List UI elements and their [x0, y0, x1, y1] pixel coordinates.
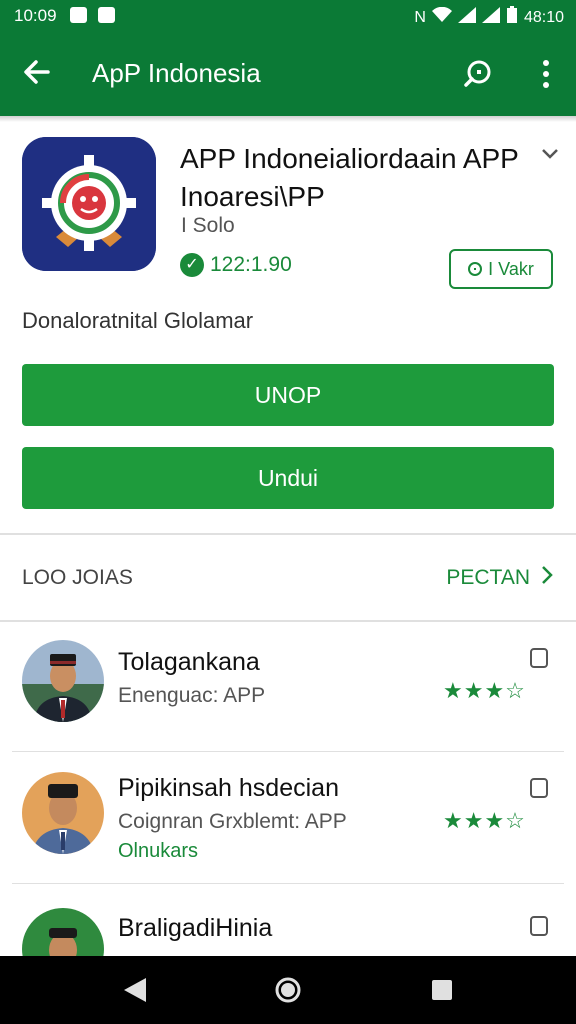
section-more-link[interactable]: PECTAN — [446, 564, 554, 592]
bookmark-icon[interactable] — [530, 648, 548, 668]
list-item[interactable]: Tolagankana Enenguac: APP ★★★☆ — [0, 622, 576, 752]
star-rating: ★★★☆ — [443, 808, 526, 833]
app-icon — [22, 137, 156, 271]
bookmark-icon[interactable] — [530, 916, 548, 936]
check-badge-icon: ✓ — [180, 253, 204, 277]
page-title: ApP Indonesia — [92, 58, 261, 88]
item-name: Tolagankana — [118, 648, 260, 676]
app-bar: ApP Indonesia — [0, 32, 576, 116]
nav-home-icon[interactable] — [274, 976, 302, 1009]
chevron-right-icon — [540, 564, 554, 592]
chevron-down-icon[interactable] — [540, 144, 560, 167]
item-subtitle: Coignran Grxblemt: APP — [118, 810, 347, 833]
download-button-label: Undui — [257, 464, 319, 491]
download-button[interactable]: Undui — [22, 447, 554, 509]
wishlist-button-label: I Vakr — [488, 258, 534, 279]
nfc-icon: N — [414, 8, 426, 26]
status-clock-right: 48:10 — [523, 8, 564, 26]
list-item[interactable]: Pipikinsah hsdecian Coignran Grxblemt: A… — [0, 752, 576, 882]
open-button-label: UNOP — [254, 381, 322, 408]
back-arrow-icon[interactable] — [18, 52, 58, 92]
message-icon — [98, 7, 115, 23]
signal-icon — [457, 7, 476, 28]
search-icon[interactable] — [458, 54, 498, 94]
wifi-icon — [431, 6, 452, 28]
section-more-label: PECTAN — [446, 566, 530, 589]
bookmark-icon[interactable] — [530, 778, 548, 798]
wishlist-button[interactable]: I Vakr — [449, 249, 553, 289]
more-vert-icon[interactable] — [528, 54, 564, 94]
signal-icon-2 — [481, 7, 500, 28]
rating-value: 122:1.90 — [210, 253, 292, 276]
app-bar-shadow — [0, 116, 576, 122]
battery-icon — [506, 6, 518, 29]
app-description: Donaloratnital Glolamar — [22, 308, 254, 333]
avatar — [22, 908, 104, 956]
list-item[interactable]: BraligadiHinia — [0, 884, 576, 956]
clock-icon — [468, 262, 483, 276]
section-divider — [0, 533, 576, 535]
nav-recent-icon[interactable] — [430, 978, 454, 1007]
status-bar: 10:09 N 48:10 — [0, 0, 576, 32]
avatar — [22, 772, 104, 854]
status-time: 10:09 — [14, 6, 57, 25]
item-name: BraligadiHinia — [118, 914, 273, 942]
item-subtitle: Enenguac: APP — [118, 684, 266, 707]
item-name: Pipikinsah hsdecian — [118, 774, 339, 802]
star-rating: ★★★☆ — [443, 678, 526, 703]
avatar — [22, 640, 104, 722]
rating-row: ✓ 122:1.90 — [180, 253, 292, 277]
system-nav-bar — [0, 956, 576, 1024]
notification-icon — [70, 7, 87, 23]
app-name: APP Indoneialiordaain APP Inoaresi\PP — [180, 143, 519, 212]
section-title: LOO JOIAS — [22, 566, 133, 589]
open-button[interactable]: UNOP — [22, 364, 554, 426]
nav-back-icon[interactable] — [122, 976, 148, 1009]
item-label: Olnukars — [118, 840, 199, 862]
developer-name[interactable]: I Solo — [181, 214, 235, 238]
